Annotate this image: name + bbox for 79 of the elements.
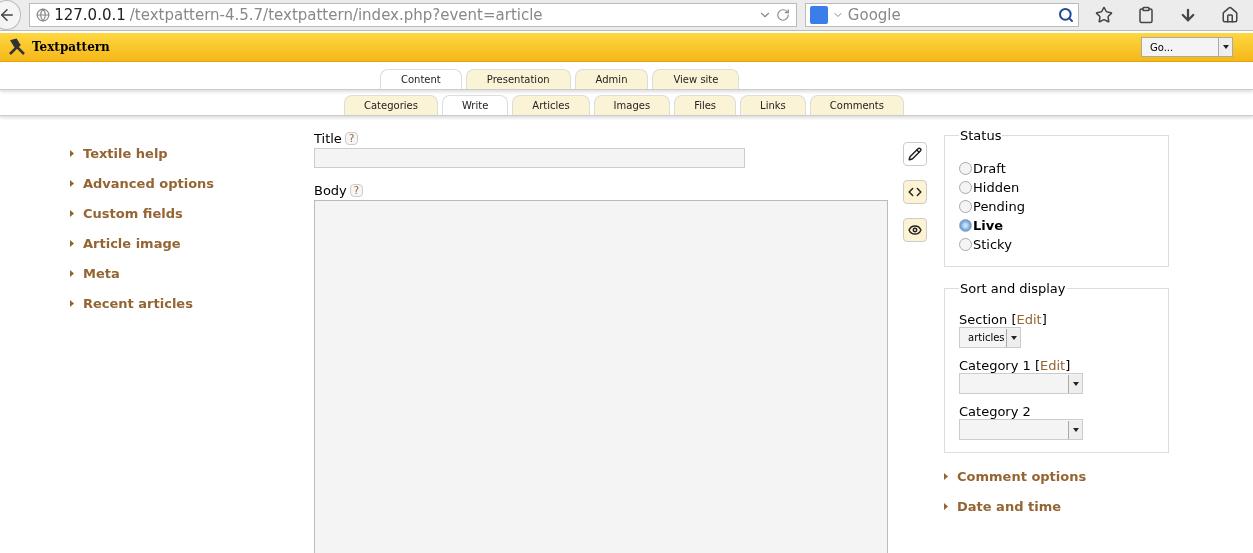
bracket-text: ] xyxy=(1065,358,1071,373)
triangle-icon xyxy=(70,300,74,307)
secondary-tab[interactable]: Categories xyxy=(344,95,438,115)
bracket-text: [ xyxy=(1010,312,1017,327)
home-icon[interactable] xyxy=(1221,6,1239,24)
select-field[interactable] xyxy=(959,419,1083,440)
edit-link[interactable]: Edit xyxy=(1040,358,1066,373)
edit-link[interactable]: Edit xyxy=(1016,312,1042,327)
triangle-icon xyxy=(70,150,74,157)
field-label: Category 2 xyxy=(959,404,1031,419)
section-toggle[interactable]: Meta xyxy=(70,264,314,283)
url-host: 127.0.0.1 xyxy=(54,6,126,24)
triangle-icon xyxy=(70,240,74,247)
brand-name: Textpattern xyxy=(32,40,111,54)
panel-legend: Status xyxy=(959,128,1003,143)
section-toggle[interactable]: Article image xyxy=(70,234,314,253)
radio-button[interactable] xyxy=(959,219,972,232)
primary-tab[interactable]: Content xyxy=(380,69,462,89)
back-button[interactable] xyxy=(0,0,22,30)
url-path: /textpattern-4.5.7/textpattern/index.php?event=article xyxy=(129,6,544,24)
body-label: Body xyxy=(314,182,347,198)
view-mode-button[interactable] xyxy=(903,142,927,166)
title-field[interactable] xyxy=(314,148,745,168)
status-option[interactable]: Draft xyxy=(959,159,1154,178)
radio-button[interactable] xyxy=(959,162,972,175)
section-toggle[interactable]: Advanced options xyxy=(70,174,314,193)
select-field[interactable] xyxy=(959,373,1083,394)
secondary-tab[interactable]: Links xyxy=(740,95,806,115)
jump-select[interactable]: Go... xyxy=(1141,37,1233,57)
primary-tab[interactable]: View site xyxy=(652,69,740,89)
section-toggle[interactable]: Recent articles xyxy=(70,294,314,313)
triangle-icon xyxy=(944,473,948,480)
section-toggle[interactable]: Date and time xyxy=(944,497,1169,516)
search-icon[interactable] xyxy=(1058,7,1074,23)
clipboard-icon[interactable] xyxy=(1137,6,1155,24)
triangle-icon xyxy=(70,270,74,277)
secondary-tab[interactable]: Files xyxy=(674,95,737,115)
reload-icon[interactable] xyxy=(775,8,790,22)
hammer-icon xyxy=(8,38,26,56)
help-button[interactable]: ? xyxy=(349,183,364,197)
search-engine-icon[interactable] xyxy=(809,6,828,24)
bracket-text: ] xyxy=(1041,312,1047,327)
secondary-tab[interactable]: Images xyxy=(593,95,671,115)
secondary-tab[interactable]: Articles xyxy=(512,95,590,115)
triangle-icon xyxy=(70,180,74,187)
secondary-tab[interactable]: Write xyxy=(441,95,509,115)
panel-legend: Sort and display xyxy=(959,281,1067,296)
radio-button[interactable] xyxy=(959,200,972,213)
section-toggle[interactable]: Custom fields xyxy=(70,204,314,223)
section-toggle[interactable]: Textile help xyxy=(70,144,314,163)
triangle-icon xyxy=(944,503,948,510)
select-field[interactable]: articles xyxy=(959,327,1021,348)
view-mode-button[interactable] xyxy=(903,180,927,204)
address-bar[interactable]: 127.0.0.1 /textpattern-4.5.7/textpattern/index.php?event=article xyxy=(29,3,797,27)
search-field[interactable]: Google xyxy=(804,3,1079,27)
radio-button[interactable] xyxy=(959,238,972,251)
bookmark-star-icon[interactable] xyxy=(1095,6,1113,24)
pencil-icon xyxy=(908,147,922,161)
radio-button[interactable] xyxy=(959,181,972,194)
bracket-text: [ xyxy=(1033,358,1040,373)
triangle-icon xyxy=(70,210,74,217)
section-toggle[interactable]: Comment options xyxy=(944,467,1169,486)
primary-tab[interactable]: Presentation xyxy=(465,69,571,89)
status-option[interactable]: Live xyxy=(959,216,1154,235)
code-icon xyxy=(908,185,922,199)
download-icon[interactable] xyxy=(1179,6,1197,24)
title-label: Title xyxy=(314,130,342,146)
field-label: Category 1 xyxy=(959,358,1031,373)
help-button[interactable]: ? xyxy=(344,131,359,145)
eye-icon xyxy=(908,223,922,237)
secondary-tab[interactable]: Comments xyxy=(809,95,904,115)
body-field[interactable] xyxy=(314,200,888,553)
field-label: Section xyxy=(959,312,1008,327)
view-mode-button[interactable] xyxy=(903,218,927,242)
globe-icon xyxy=(36,8,51,22)
status-option[interactable]: Hidden xyxy=(959,178,1154,197)
primary-tab[interactable]: Admin xyxy=(574,69,649,89)
status-option[interactable]: Sticky xyxy=(959,235,1154,254)
status-option[interactable]: Pending xyxy=(959,197,1154,216)
